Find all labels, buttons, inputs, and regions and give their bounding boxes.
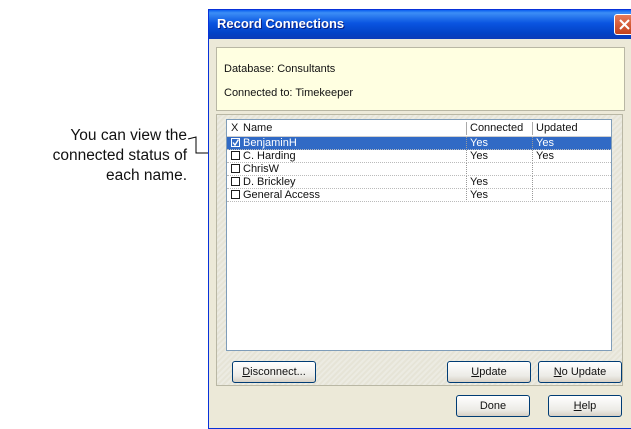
close-icon [619, 19, 630, 30]
annotation-callout: You can view the connected status of eac… [0, 126, 187, 186]
column-header-updated[interactable]: Updated [536, 122, 578, 134]
column-header-connected[interactable]: Connected [470, 122, 523, 134]
annotation-line-1: You can view the [70, 127, 187, 144]
no-update-label: o Update [561, 366, 607, 378]
column-header-name[interactable]: Name [243, 122, 272, 134]
record-connections-dialog: Record Connections Database: Consultants… [208, 9, 631, 429]
title-bar[interactable]: Record Connections [209, 10, 631, 39]
update-label: pdate [479, 366, 507, 378]
row-checkbox[interactable] [231, 151, 240, 160]
dialog-title: Record Connections [217, 16, 345, 31]
annotation-line-2: connected status of [52, 147, 187, 164]
done-button[interactable]: Done [456, 395, 530, 417]
list-row[interactable]: D. Brickley Yes [227, 176, 611, 189]
dialog-body: Database: Consultants Connected to: Time… [212, 39, 631, 428]
disconnect-button[interactable]: Disconnect... [232, 361, 316, 383]
row-checkbox[interactable] [231, 177, 240, 186]
list-row[interactable]: General Access Yes [227, 189, 611, 202]
column-divider[interactable] [532, 122, 533, 135]
list-row[interactable]: C. Harding Yes Yes [227, 150, 611, 163]
connections-list[interactable]: X Name Connected Updated BenjaminH Yes Yes… [226, 119, 612, 351]
list-header: X Name Connected Updated [227, 120, 611, 137]
list-row[interactable]: ChrisW [227, 163, 611, 176]
check-column-icon[interactable]: X [231, 122, 238, 134]
row-checkbox[interactable] [231, 164, 240, 173]
update-mnemonic: U [471, 366, 480, 378]
disconnect-label: isconnect... [250, 366, 306, 378]
update-button[interactable]: Update [447, 361, 531, 383]
column-divider[interactable] [466, 122, 467, 135]
help-mnemonic: H [573, 400, 582, 412]
checkmark-icon [232, 139, 239, 146]
disconnect-mnemonic: D [242, 366, 251, 378]
list-row[interactable]: BenjaminH Yes Yes [227, 137, 611, 150]
connected-to-label: Connected to: Timekeeper [224, 87, 354, 99]
help-label: elp [581, 400, 597, 412]
connection-info-panel: Database: Consultants Connected to: Time… [216, 47, 625, 111]
annotation-line-3: each name. [106, 167, 187, 184]
row-checkbox[interactable] [231, 138, 240, 147]
help-button[interactable]: Help [548, 395, 622, 417]
row-divider [227, 201, 611, 202]
database-label: Database: Consultants [224, 63, 336, 75]
no-update-button[interactable]: No Update [538, 361, 622, 383]
list-rows: BenjaminH Yes Yes C. Harding Yes Yes ChrisW D. … [227, 137, 611, 202]
row-checkbox[interactable] [231, 190, 240, 199]
close-button[interactable] [614, 14, 631, 35]
no-update-mnemonic: N [553, 366, 562, 378]
